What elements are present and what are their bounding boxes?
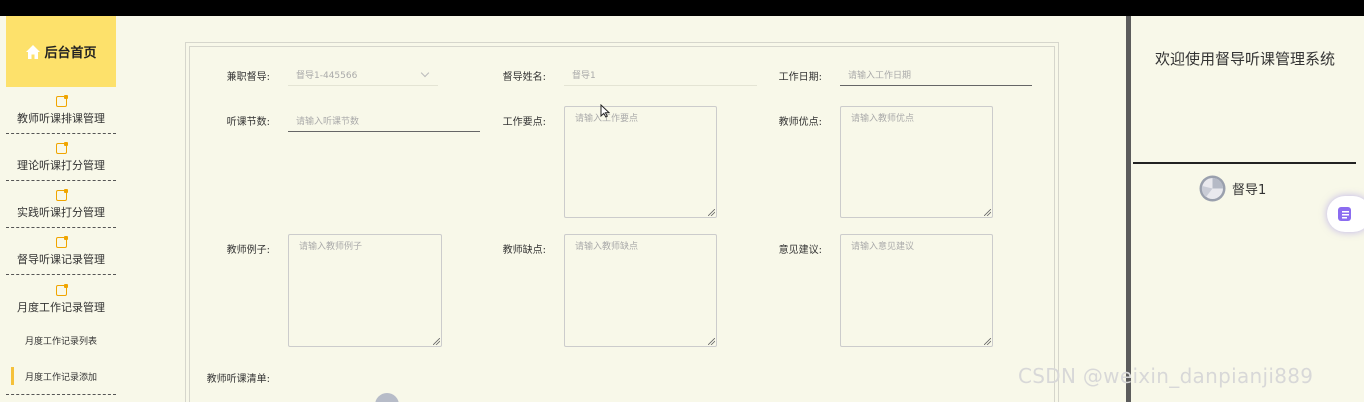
welcome-title: 欢迎使用督导听课管理系统 — [1154, 50, 1335, 68]
sidebar-item-practice-score[interactable]: 实践听课打分管理 — [6, 181, 116, 228]
watermark: CSDN @weixin_danpianji889 — [1018, 364, 1314, 388]
work-date-placeholder: 请输入工作日期 — [848, 71, 912, 81]
teacher-strengths-label: 教师优点: — [778, 117, 822, 128]
suggestions-placeholder: 请输入意见建议 — [851, 242, 915, 252]
home-icon — [26, 44, 41, 59]
resize-grip-icon[interactable] — [708, 338, 715, 345]
panel-divider — [1126, 16, 1131, 402]
sidebar-item-label: 教师听课排课管理 — [17, 112, 105, 125]
suggestions-label: 意见建议: — [778, 245, 822, 256]
lesson-count-placeholder: 请输入听课节数 — [296, 117, 360, 127]
lesson-list-label: 教师听课清单: — [206, 374, 270, 385]
teacher-weaknesses-placeholder: 请输入教师缺点 — [575, 242, 639, 252]
sidebar: 后台首页 教师听课排课管理 理论听课打分管理 实践听课打分管理 督导听课记录管理… — [6, 16, 116, 402]
sidebar-subitem-monthly-add[interactable]: 月度工作记录添加 — [6, 358, 116, 394]
form-panel — [185, 42, 1059, 402]
sidebar-item-monthly-record[interactable]: 月度工作记录管理 — [6, 275, 116, 322]
supervisor-select[interactable]: 督导1-445566 — [288, 64, 438, 86]
teacher-examples-textarea[interactable]: 请输入教师例子 — [288, 234, 442, 347]
note-icon — [55, 284, 68, 296]
work-date-label: 工作日期: — [778, 72, 822, 83]
sidebar-item-schedule[interactable]: 教师听课排课管理 — [6, 87, 116, 134]
supervisor-label: 兼职督导: — [226, 72, 270, 83]
mouse-cursor-icon — [600, 104, 610, 118]
resize-grip-icon[interactable] — [984, 338, 991, 345]
resize-grip-icon[interactable] — [708, 209, 715, 216]
resize-grip-icon[interactable] — [984, 209, 991, 216]
sidebar-divider — [6, 394, 116, 395]
note-icon — [55, 236, 68, 248]
assistant-icon — [1338, 207, 1351, 221]
assistant-float-button[interactable] — [1327, 196, 1364, 232]
top-bar — [0, 0, 1364, 16]
sidebar-item-theory-score[interactable]: 理论听课打分管理 — [6, 134, 116, 181]
supervisor-value: 督导1-445566 — [296, 71, 358, 81]
work-points-label: 工作要点: — [502, 117, 546, 128]
lesson-count-input[interactable]: 请输入听课节数 — [288, 110, 480, 132]
sidebar-subitem-monthly-list[interactable]: 月度工作记录列表 — [6, 322, 116, 358]
header-rule — [1133, 162, 1356, 164]
resize-grip-icon[interactable] — [433, 338, 440, 345]
sidebar-item-label: 月度工作记录管理 — [17, 301, 105, 314]
sidebar-item-label: 督导听课记录管理 — [17, 253, 105, 266]
supervisor-name-field[interactable]: 督导1 — [564, 64, 757, 86]
form-panel-inner — [189, 46, 1055, 402]
user-menu[interactable]: 督导1 — [1199, 175, 1266, 202]
sidebar-home-label: 后台首页 — [44, 46, 97, 61]
teacher-examples-placeholder: 请输入教师例子 — [299, 242, 363, 252]
supervisor-name-label: 督导姓名: — [502, 72, 546, 83]
lesson-count-label: 听课节数: — [226, 117, 270, 128]
sidebar-item-label: 理论听课打分管理 — [17, 159, 105, 172]
note-icon — [55, 189, 68, 201]
teacher-strengths-placeholder: 请输入教师优点 — [851, 114, 915, 124]
sidebar-item-label: 实践听课打分管理 — [17, 206, 105, 219]
teacher-weaknesses-label: 教师缺点: — [502, 245, 546, 256]
avatar-icon — [1199, 175, 1226, 202]
work-date-input[interactable]: 请输入工作日期 — [840, 64, 1032, 86]
chevron-down-icon — [420, 68, 430, 78]
suggestions-textarea[interactable]: 请输入意见建议 — [840, 234, 993, 347]
note-icon — [55, 142, 68, 154]
work-points-textarea[interactable]: 请输入工作要点 — [564, 106, 717, 218]
sidebar-home[interactable]: 后台首页 — [6, 16, 116, 87]
teacher-examples-label: 教师例子: — [226, 245, 270, 256]
teacher-strengths-textarea[interactable]: 请输入教师优点 — [840, 106, 993, 218]
user-name: 督导1 — [1232, 183, 1267, 198]
note-icon — [55, 95, 68, 107]
sidebar-item-supervision-record[interactable]: 督导听课记录管理 — [6, 228, 116, 275]
supervisor-name-value: 督导1 — [572, 71, 596, 81]
teacher-weaknesses-textarea[interactable]: 请输入教师缺点 — [564, 234, 717, 347]
